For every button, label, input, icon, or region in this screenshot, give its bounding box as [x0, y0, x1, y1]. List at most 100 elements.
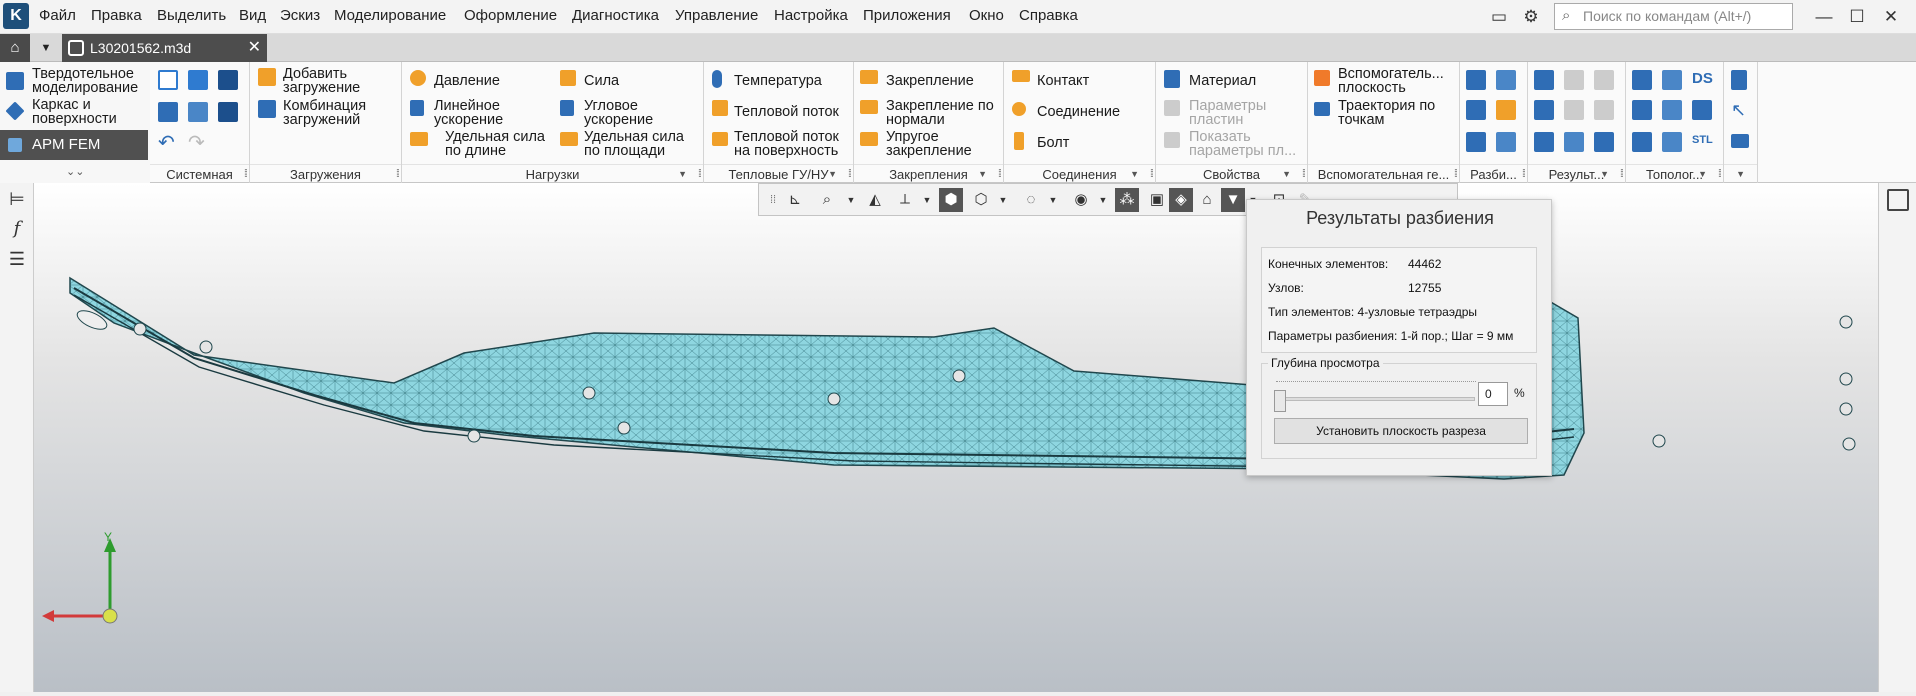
command-search-input[interactable]: ⌕ Поиск по командам (Alt+/) — [1554, 3, 1793, 30]
menu-diagnostics[interactable]: Диагностика — [572, 7, 659, 24]
heat-flux-button[interactable]: Тепловой поток — [734, 105, 839, 120]
angular-acceleration-button[interactable]: Угловое ускорение — [584, 99, 653, 128]
elastic-fixing-button[interactable]: Упругое закрепление — [886, 130, 972, 159]
view-orient-icon[interactable]: ◭ — [863, 188, 887, 212]
menu-management[interactable]: Управление — [675, 7, 758, 24]
linear-acceleration-button[interactable]: Линейное ускорение — [434, 99, 503, 128]
bolt-button[interactable]: Болт — [1037, 136, 1069, 151]
mode-apm-fem[interactable]: APM FEM — [0, 130, 148, 160]
menu-sketch[interactable]: Эскиз — [280, 7, 320, 24]
menu-modeling[interactable]: Моделирование — [334, 7, 446, 24]
settings-icon[interactable]: ⚙ — [1516, 3, 1546, 31]
mesh-puzzle-icon[interactable] — [1466, 132, 1486, 152]
topology-print-icon[interactable] — [1662, 132, 1682, 152]
mode-solid-modeling[interactable]: Твердотельное моделирование — [32, 67, 138, 96]
menu-view[interactable]: Вид — [239, 7, 266, 24]
hide-icon[interactable]: ◌ — [1019, 188, 1043, 212]
mesh-generate-icon[interactable] — [1466, 70, 1486, 90]
show-plate-params-button[interactable]: Показать параметры пл... — [1189, 130, 1296, 159]
menu-edit[interactable]: Правка — [91, 7, 142, 24]
trajectory-button[interactable]: Траектория по точкам — [1338, 99, 1435, 128]
3d-viewport[interactable] — [34, 183, 1878, 692]
set-cut-plane-button[interactable]: Установить плоскость разреза — [1274, 418, 1528, 444]
chevron-down-icon[interactable]: ▼ — [921, 188, 933, 212]
aux-plane-button[interactable]: Вспомогатель... плоскость — [1338, 67, 1444, 96]
print-icon[interactable] — [158, 102, 178, 122]
section-icon[interactable]: ▣ — [1145, 188, 1169, 212]
results-ruler-icon[interactable] — [1564, 70, 1584, 90]
chevron-down-icon[interactable]: ▼ — [1736, 165, 1745, 184]
mesh-table-icon[interactable] — [1466, 100, 1486, 120]
menu-drafting[interactable]: Оформление — [464, 7, 557, 24]
results-section-icon[interactable] — [1594, 100, 1614, 120]
depth-input[interactable]: 0 — [1478, 382, 1508, 406]
chevron-down-icon[interactable]: ▼ — [1698, 165, 1707, 184]
results-probe-icon[interactable] — [1594, 70, 1614, 90]
close-tab-icon[interactable]: ✕ — [248, 34, 261, 62]
stl-icon[interactable]: STL — [1692, 134, 1713, 146]
mesh-view-icon[interactable] — [1496, 132, 1516, 152]
chevron-down-icon[interactable]: ▼ — [34, 34, 58, 62]
preview-icon[interactable] — [188, 102, 208, 122]
chevron-down-icon[interactable]: ▼ — [845, 188, 857, 212]
results-table-icon[interactable] — [1534, 100, 1554, 120]
formula-icon[interactable]: f — [5, 217, 29, 241]
menu-select[interactable]: Выделить — [157, 7, 226, 24]
force-per-length-button[interactable]: Удельная сила по длине — [445, 130, 545, 159]
mesh-model[interactable] — [34, 183, 1878, 692]
menu-file[interactable]: Файл — [39, 7, 76, 24]
app-logo-icon[interactable]: K — [3, 3, 29, 29]
contact-button[interactable]: Контакт — [1037, 74, 1089, 89]
topology-curve2-icon[interactable] — [1662, 100, 1682, 120]
undo-icon[interactable]: ↶ — [158, 130, 175, 155]
save-all-icon[interactable] — [218, 102, 238, 122]
topology-graph-icon[interactable] — [1632, 70, 1652, 90]
menu-apps[interactable]: Приложения — [863, 7, 951, 24]
mesh-quality-icon[interactable] — [1496, 100, 1516, 120]
mode-wireframe[interactable]: Каркас и поверхности — [32, 98, 117, 127]
wireframe-view-icon[interactable]: ⬡ — [969, 188, 993, 212]
pressure-button[interactable]: Давление — [434, 74, 500, 89]
model-display-icon[interactable]: ◈ — [1169, 188, 1193, 212]
surface-heat-flux-button[interactable]: Тепловой поток на поверхность — [734, 130, 839, 159]
chevron-down-icon[interactable]: ▼ — [1047, 188, 1059, 212]
chevron-down-icon[interactable]: ▼ — [1130, 165, 1139, 184]
home-icon[interactable]: ⌂ — [0, 34, 30, 62]
plate-params-button[interactable]: Параметры пластин — [1189, 99, 1266, 128]
close-window-button[interactable]: ✕ — [1876, 3, 1906, 31]
chevron-down-icon[interactable]: ▼ — [1097, 188, 1109, 212]
add-load-button[interactable]: Добавить загружение — [283, 67, 360, 96]
menu-help[interactable]: Справка — [1019, 7, 1078, 24]
menu-window[interactable]: Окно — [969, 7, 1004, 24]
redo-icon[interactable]: ↷ — [188, 130, 205, 155]
display-settings-icon[interactable]: ⌂ — [1195, 188, 1219, 212]
orientation-icon[interactable]: ⊾ — [783, 188, 807, 212]
force-button[interactable]: Сила — [584, 74, 619, 89]
results-path-icon[interactable] — [1594, 132, 1614, 152]
depth-slider-track[interactable] — [1280, 397, 1475, 401]
mesh-view-toggle-icon[interactable]: ⁂ — [1115, 188, 1139, 212]
arrow-tool-icon[interactable]: ↖ — [1731, 100, 1746, 121]
topology-table-icon[interactable] — [1632, 132, 1652, 152]
visibility-icon[interactable]: ◉ — [1069, 188, 1093, 212]
ds-icon[interactable]: DS — [1692, 70, 1713, 87]
material-button[interactable]: Материал — [1189, 74, 1256, 89]
fixing-button[interactable]: Закрепление — [886, 74, 974, 89]
normal-fixing-button[interactable]: Закрепление по нормали — [886, 99, 994, 128]
results-graph-icon[interactable] — [1564, 100, 1584, 120]
topology-curve-icon[interactable] — [1632, 100, 1652, 120]
chevron-down-icon[interactable]: ▼ — [1282, 165, 1291, 184]
connection-button[interactable]: Соединение — [1037, 105, 1120, 120]
zoom-icon[interactable]: ⌕ — [815, 188, 839, 212]
results-report-icon[interactable] — [1534, 132, 1554, 152]
results-map-icon[interactable] — [1534, 70, 1554, 90]
properties-panel-icon[interactable] — [1887, 189, 1909, 211]
chevron-down-icon[interactable]: ▼ — [828, 165, 837, 184]
axes-icon[interactable]: ⟂ — [893, 188, 917, 212]
report-icon[interactable] — [1731, 70, 1747, 90]
save-icon[interactable] — [218, 70, 238, 90]
results-number-icon[interactable] — [1564, 132, 1584, 152]
depth-slider-thumb[interactable] — [1274, 390, 1286, 412]
chevron-down-icon[interactable]: ▼ — [1600, 165, 1609, 184]
force-per-area-button[interactable]: Удельная сила по площади — [584, 130, 684, 159]
